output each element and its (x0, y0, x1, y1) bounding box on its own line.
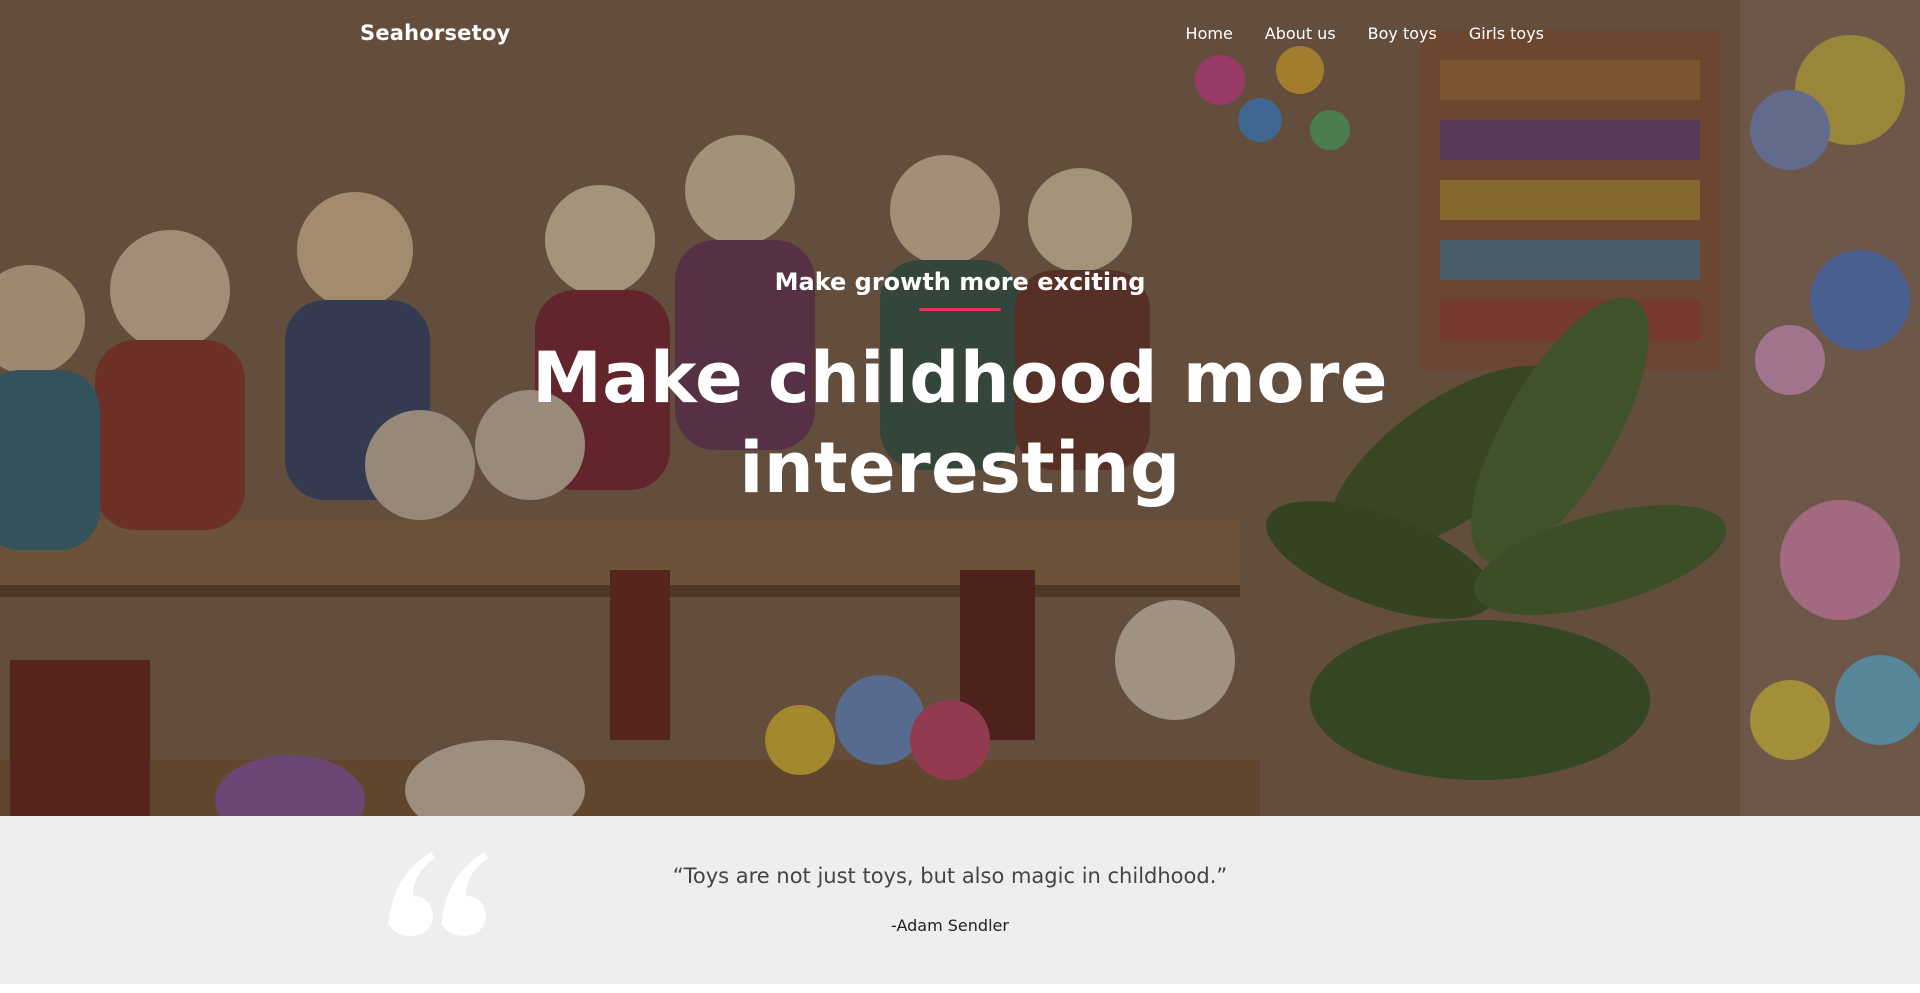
hero-section: Seahorsetoy Home About us Boy toys Girls… (0, 0, 1920, 816)
hero-subheading: Make growth more exciting (774, 268, 1146, 296)
nav-item-about-us[interactable]: About us (1265, 24, 1336, 43)
nav-item-boy-toys[interactable]: Boy toys (1368, 24, 1437, 43)
brand-logo[interactable]: Seahorsetoy (360, 21, 510, 45)
testimonial-section: “Toys are not just toys, but also magic … (0, 816, 1920, 984)
hero-text-block: Make growth more exciting Make childhood… (0, 268, 1920, 513)
testimonial-author: -Adam Sendler (891, 916, 1009, 935)
page-bottom-strip (0, 984, 1920, 993)
hero-divider (919, 308, 1001, 311)
nav-item-home[interactable]: Home (1186, 24, 1233, 43)
hero-headline: Make childhood more interesting (532, 337, 1388, 509)
nav-item-girls-toys[interactable]: Girls toys (1469, 24, 1544, 43)
nav-menu: Home About us Boy toys Girls toys (1186, 24, 1544, 43)
testimonial-quote: “Toys are not just toys, but also magic … (672, 864, 1228, 888)
top-navigation: Seahorsetoy Home About us Boy toys Girls… (0, 0, 1920, 70)
